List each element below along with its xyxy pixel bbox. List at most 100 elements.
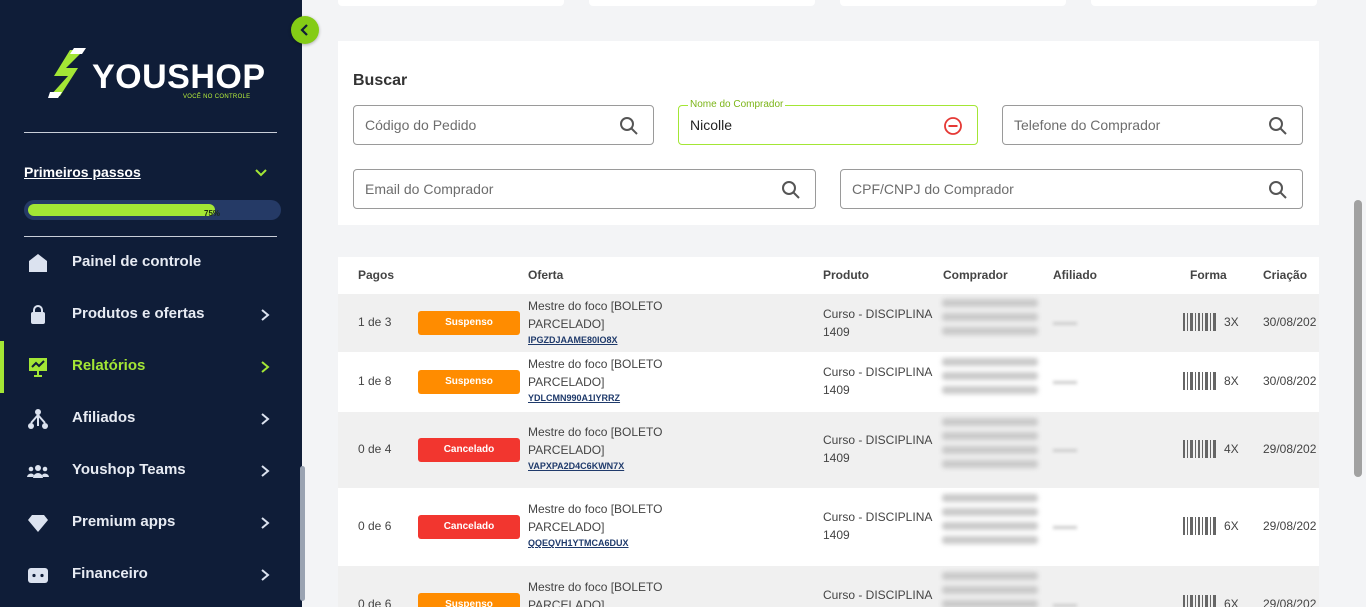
- order-code-link[interactable]: QQEQVH1YTMCA6DUX: [528, 538, 629, 548]
- order-code-link[interactable]: YDLCMN990A1IYRRZ: [528, 393, 620, 403]
- chevron-right-icon: [261, 309, 270, 321]
- table-row[interactable]: 1 de 8 Suspenso Mestre do foco [BOLETO P…: [338, 352, 1319, 412]
- affiliate-redacted: [1053, 449, 1077, 452]
- offer-title: Mestre do foco [BOLETO PARCELADO]: [528, 502, 663, 534]
- buyer-info-redacted: [942, 299, 1038, 341]
- onboarding-toggle[interactable]: Primeiros passos: [24, 164, 141, 180]
- logo-mark-icon: [48, 48, 86, 98]
- order-code-field[interactable]: Código do Pedido: [353, 105, 654, 145]
- order-code-placeholder: Código do Pedido: [365, 117, 477, 133]
- paid-count: 1 de 3: [358, 315, 392, 329]
- buyer-phone-placeholder: Telefone do Comprador: [1014, 117, 1161, 133]
- product-name: Curso - DISCIPLINA 1409: [823, 307, 932, 339]
- team-icon: [27, 465, 49, 478]
- installments: 4X: [1224, 442, 1239, 456]
- buyer-doc-field[interactable]: CPF/CNPJ do Comprador: [840, 169, 1303, 209]
- offer-title: Mestre do foco [BOLETO PARCELADO]: [528, 425, 663, 457]
- chevron-right-icon: [261, 517, 270, 529]
- network-icon: [28, 409, 48, 429]
- table-row[interactable]: 0 de 6 Cancelado Mestre do foco [BOLETO …: [338, 488, 1319, 566]
- sidebar-item-relatorios[interactable]: Relatórios: [0, 341, 302, 393]
- column-header-paid[interactable]: Pagos: [358, 268, 394, 282]
- order-code-link[interactable]: IPGZDJAAME80IO8X: [528, 335, 618, 345]
- sidebar-item-label: Afiliados: [72, 409, 136, 426]
- product-name: Curso - DISCIPLINA 1409: [823, 588, 932, 607]
- column-header-buyer[interactable]: Comprador: [943, 268, 1008, 282]
- status-badge: Suspenso: [418, 370, 520, 394]
- sidebar-item-label: Premium apps: [72, 513, 176, 530]
- affiliate-redacted: [1053, 381, 1077, 384]
- table-row[interactable]: 0 de 4 Cancelado Mestre do foco [BOLETO …: [338, 412, 1319, 488]
- barcode-icon: [1183, 440, 1216, 458]
- search-panel: Buscar Código do Pedido Nome do Comprado…: [338, 41, 1319, 225]
- wallet-icon: [28, 568, 48, 583]
- active-indicator: [0, 341, 4, 393]
- status-badge: Cancelado: [418, 438, 520, 462]
- sidebar-item-label: Youshop Teams: [72, 461, 186, 478]
- affiliate-redacted: [1053, 526, 1077, 529]
- sidebar-scrollbar[interactable]: [300, 466, 305, 601]
- offer-title: Mestre do foco [BOLETO PARCELADO]: [528, 357, 663, 389]
- paid-count: 0 de 4: [358, 442, 392, 456]
- collapse-sidebar-button[interactable]: [291, 16, 319, 44]
- onboarding-progress: 75%: [24, 200, 281, 220]
- column-header-product[interactable]: Produto: [823, 268, 869, 282]
- logo-wordmark: YOUSHOP: [92, 58, 266, 96]
- column-header-method[interactable]: Forma: [1190, 268, 1227, 282]
- sidebar-item-afiliados[interactable]: Afiliados: [0, 393, 302, 445]
- affiliate-redacted: [1053, 322, 1077, 325]
- sidebar-item-premium[interactable]: Premium apps: [0, 497, 302, 549]
- search-title: Buscar: [353, 72, 408, 89]
- offer-title: Mestre do foco [BOLETO PARCELADO]: [528, 299, 663, 331]
- installments: 3X: [1224, 315, 1239, 329]
- chevron-right-icon: [261, 413, 270, 425]
- order-code-link[interactable]: VAPXPA2D4C6KWN7X: [528, 461, 624, 471]
- summary-card: [338, 0, 564, 6]
- sidebar-divider: [24, 132, 277, 133]
- buyer-phone-field[interactable]: Telefone do Comprador: [1002, 105, 1303, 145]
- logo-tagline: VOCÊ NO CONTROLE: [183, 94, 251, 100]
- youshop-logo[interactable]: YOUSHOP VOCÊ NO CONTROLE: [48, 48, 265, 104]
- barcode-icon: [1183, 372, 1216, 390]
- buyer-name-field[interactable]: Nome do Comprador Nicolle: [678, 99, 978, 145]
- search-icon[interactable]: [1268, 180, 1288, 200]
- chevron-right-icon: [261, 465, 270, 477]
- page-scrollbar-thumb[interactable]: [1354, 200, 1362, 477]
- column-header-offer[interactable]: Oferta: [528, 268, 563, 282]
- paid-count: 0 de 6: [358, 519, 392, 533]
- sidebar-item-produtos[interactable]: Produtos e ofertas: [0, 289, 302, 341]
- buyer-email-field[interactable]: Email do Comprador: [353, 169, 816, 209]
- created-date: 30/08/202: [1263, 374, 1317, 388]
- buyer-info-redacted: [942, 358, 1038, 400]
- bag-icon: [31, 305, 45, 324]
- sidebar-item-financeiro[interactable]: Financeiro: [0, 549, 302, 601]
- table-row[interactable]: 1 de 3 Suspenso Mestre do foco [BOLETO P…: [338, 294, 1319, 352]
- search-icon[interactable]: [1268, 116, 1288, 136]
- summary-card: [1091, 0, 1317, 6]
- chevron-left-icon: [300, 24, 308, 36]
- product-name: Curso - DISCIPLINA 1409: [823, 365, 932, 397]
- installments: 6X: [1224, 597, 1239, 607]
- sidebar-item-label: Financeiro: [72, 565, 148, 582]
- sidebar: YOUSHOP VOCÊ NO CONTROLE Primeiros passo…: [0, 0, 305, 607]
- installments: 8X: [1224, 374, 1239, 388]
- buyer-doc-placeholder: CPF/CNPJ do Comprador: [852, 181, 1014, 197]
- barcode-icon: [1183, 313, 1216, 331]
- chevron-down-icon[interactable]: [254, 166, 268, 180]
- sidebar-item-label: Relatórios: [72, 357, 146, 374]
- sidebar-item-painel[interactable]: Painel de controle: [0, 237, 302, 289]
- column-header-affiliate[interactable]: Afiliado: [1053, 268, 1097, 282]
- search-icon[interactable]: [781, 180, 801, 200]
- status-badge: Suspenso: [418, 311, 520, 335]
- search-icon[interactable]: [619, 116, 639, 136]
- clear-icon[interactable]: [943, 116, 963, 136]
- orders-table: Pagos Oferta Produto Comprador Afiliado …: [338, 257, 1319, 607]
- sidebar-item-label: Produtos e ofertas: [72, 305, 205, 322]
- created-date: 29/08/202: [1263, 597, 1317, 607]
- product-name: Curso - DISCIPLINA 1409: [823, 510, 932, 542]
- table-row[interactable]: 0 de 6 Suspenso Mestre do foco [BOLETO P…: [338, 566, 1319, 607]
- buyer-email-placeholder: Email do Comprador: [365, 181, 494, 197]
- onboarding-progress-fill: 75%: [28, 204, 220, 218]
- sidebar-item-teams[interactable]: Youshop Teams: [0, 445, 302, 497]
- column-header-created[interactable]: Criação: [1263, 268, 1307, 282]
